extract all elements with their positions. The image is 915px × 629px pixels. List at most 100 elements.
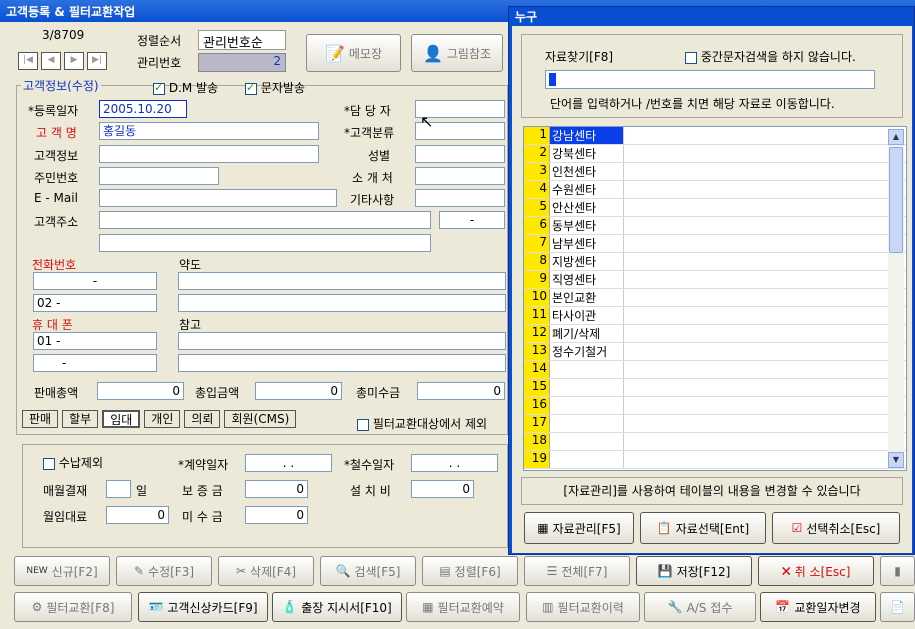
list-item[interactable]: 4 수원센타	[524, 181, 906, 199]
new-button[interactable]: NEW 신규[F2]	[14, 556, 110, 586]
ssn-label: 주민번호	[34, 171, 79, 185]
unpaid-input[interactable]: 0	[245, 506, 308, 524]
list-item-label: 강남센타	[550, 127, 624, 144]
referrer-input[interactable]	[415, 167, 505, 185]
addr2-input[interactable]	[99, 234, 431, 252]
prev-record-icon[interactable]: ◀	[41, 52, 61, 70]
memo-button[interactable]: 📝 메모장	[306, 34, 401, 72]
reg-date-input[interactable]: 2005.10.20	[99, 100, 187, 118]
type-request[interactable]: 의뢰	[184, 410, 221, 428]
type-sale[interactable]: 판매	[22, 410, 59, 428]
sort-button[interactable]: ▤ 정렬[F6]	[422, 556, 518, 586]
note2-input[interactable]	[178, 354, 506, 372]
list-item[interactable]: 15	[524, 379, 906, 397]
list-item[interactable]: 1 강남센타	[524, 127, 906, 145]
filter-history-button[interactable]: ▥ 필터교환이력	[526, 592, 640, 622]
data-manage-button[interactable]: ▦ 자료관리[F5]	[524, 512, 634, 544]
type-member[interactable]: 회원(CMS)	[224, 410, 297, 428]
sort-select[interactable]: 관리번호순	[198, 30, 286, 51]
note1-input[interactable]	[178, 332, 506, 350]
delete-button[interactable]: ✂ 삭제[F4]	[218, 556, 314, 586]
find-input[interactable]	[545, 70, 875, 89]
etc-input[interactable]	[415, 189, 505, 207]
list-item[interactable]: 3 인천센타	[524, 163, 906, 181]
info-input[interactable]	[99, 145, 319, 163]
list-item[interactable]: 19	[524, 451, 906, 469]
name-input[interactable]: 홍길동	[99, 122, 319, 140]
data-select-button[interactable]: 📋 자료선택[Ent]	[640, 512, 766, 544]
last-record-icon[interactable]: ▶|	[87, 52, 107, 70]
edit-button[interactable]: ✎ 수정[F3]	[116, 556, 212, 586]
search-button[interactable]: 🔍 검색[F5]	[320, 556, 416, 586]
list-item[interactable]: 9 직영센타	[524, 271, 906, 289]
list-scrollbar[interactable]: ▲ ▼	[888, 129, 904, 468]
select-cancel-button[interactable]: ☑ 선택취소[Esc]	[772, 512, 900, 544]
type-install[interactable]: 할부	[62, 410, 99, 428]
scroll-thumb[interactable]	[889, 147, 903, 253]
picture-button[interactable]: 👤 그림참조	[411, 34, 503, 72]
customer-card-button[interactable]: 🪪 고객신상카드[F9]	[138, 592, 268, 622]
sms-label: 문자발송	[260, 81, 305, 95]
mid-search-checkbox[interactable]: 중간문자검색을 하지 않습니다.	[685, 48, 856, 65]
gender-input[interactable]	[415, 145, 505, 163]
list-item[interactable]: 5 안산센타	[524, 199, 906, 217]
record-nav: |◀ ◀ ▶ ▶|	[18, 52, 107, 70]
filter-change-label: 필터교환[F8]	[46, 600, 115, 615]
no-collect-checkbox[interactable]: 수납제외	[43, 454, 103, 471]
addr1-input[interactable]	[99, 211, 431, 229]
cancel-button[interactable]: 🗙 취 소[Esc]	[758, 556, 874, 586]
list-item[interactable]: 7 남부센타	[524, 235, 906, 253]
phone2-input[interactable]: 02 -	[33, 294, 157, 312]
scroll-up-icon[interactable]: ▲	[888, 129, 904, 145]
map1-input[interactable]	[178, 272, 506, 290]
list-item-number: 4	[524, 181, 550, 198]
phone1-input[interactable]: -	[33, 272, 157, 290]
map2-input[interactable]	[178, 294, 506, 312]
list-item[interactable]: 13 정수기철거	[524, 343, 906, 361]
filter-reserve-button[interactable]: ▦ 필터교환예약	[406, 592, 520, 622]
lookup-list[interactable]: 1 강남센타 2 강북센타 3 인천센타 4 수원센타 5 안산센타 6 동부센타 7 남부센타 8 지방센타…	[523, 126, 907, 471]
exit-button[interactable]: ▮	[880, 556, 915, 586]
list-item[interactable]: 6 동부센타	[524, 217, 906, 235]
as-label: A/S 접수	[686, 600, 733, 615]
dispatch-button[interactable]: 🧴 출장 지시서[F10]	[272, 592, 402, 622]
list-item[interactable]: 2 강북센타	[524, 145, 906, 163]
unpaid-label: 미 수 금	[182, 510, 223, 524]
monthly-day-input[interactable]	[106, 480, 131, 498]
total-unpaid-value: 0	[417, 382, 505, 400]
sms-checkbox[interactable]: 문자발송	[245, 79, 305, 96]
mobile2-input[interactable]: -	[33, 354, 157, 372]
next-record-icon[interactable]: ▶	[64, 52, 84, 70]
more-button[interactable]: 📄	[880, 592, 915, 622]
type-rent[interactable]: 임대	[102, 410, 141, 428]
list-item[interactable]: 18	[524, 433, 906, 451]
list-item[interactable]: 11 타사이관	[524, 307, 906, 325]
ssn-input[interactable]	[99, 167, 219, 185]
zip-input[interactable]: -	[439, 211, 505, 229]
list-item[interactable]: 14	[524, 361, 906, 379]
list-item[interactable]: 17	[524, 415, 906, 433]
mobile1-input[interactable]: 01 -	[33, 332, 157, 350]
dm-checkbox[interactable]: D.M 발송	[153, 79, 218, 96]
withdraw-date-input[interactable]: . .	[411, 454, 498, 472]
select-cancel-label: 선택취소[Esc]	[806, 521, 881, 536]
filter-history-label: 필터교환이력	[557, 600, 624, 615]
rent-input[interactable]: 0	[106, 506, 169, 524]
list-item[interactable]: 10 본인교환	[524, 289, 906, 307]
list-item[interactable]: 12 폐기/삭제	[524, 325, 906, 343]
install-fee-input[interactable]: 0	[411, 480, 474, 498]
filter-change-button[interactable]: ⚙ 필터교환[F8]	[14, 592, 132, 622]
scroll-down-icon[interactable]: ▼	[888, 452, 904, 468]
all-button[interactable]: ☰ 전체[F7]	[524, 556, 630, 586]
email-input[interactable]	[99, 189, 337, 207]
type-personal[interactable]: 개인	[144, 410, 181, 428]
list-item[interactable]: 8 지방센타	[524, 253, 906, 271]
save-button[interactable]: 💾 저장[F12]	[636, 556, 752, 586]
as-button[interactable]: 🔧 A/S 접수	[644, 592, 756, 622]
date-change-button[interactable]: 📅 교환일자변경	[760, 592, 876, 622]
contract-date-input[interactable]: . .	[245, 454, 332, 472]
list-item[interactable]: 16	[524, 397, 906, 415]
exclude-checkbox[interactable]: 필터교환대상에서 제외	[357, 415, 487, 432]
deposit-input[interactable]: 0	[245, 480, 308, 498]
first-record-icon[interactable]: |◀	[18, 52, 38, 70]
